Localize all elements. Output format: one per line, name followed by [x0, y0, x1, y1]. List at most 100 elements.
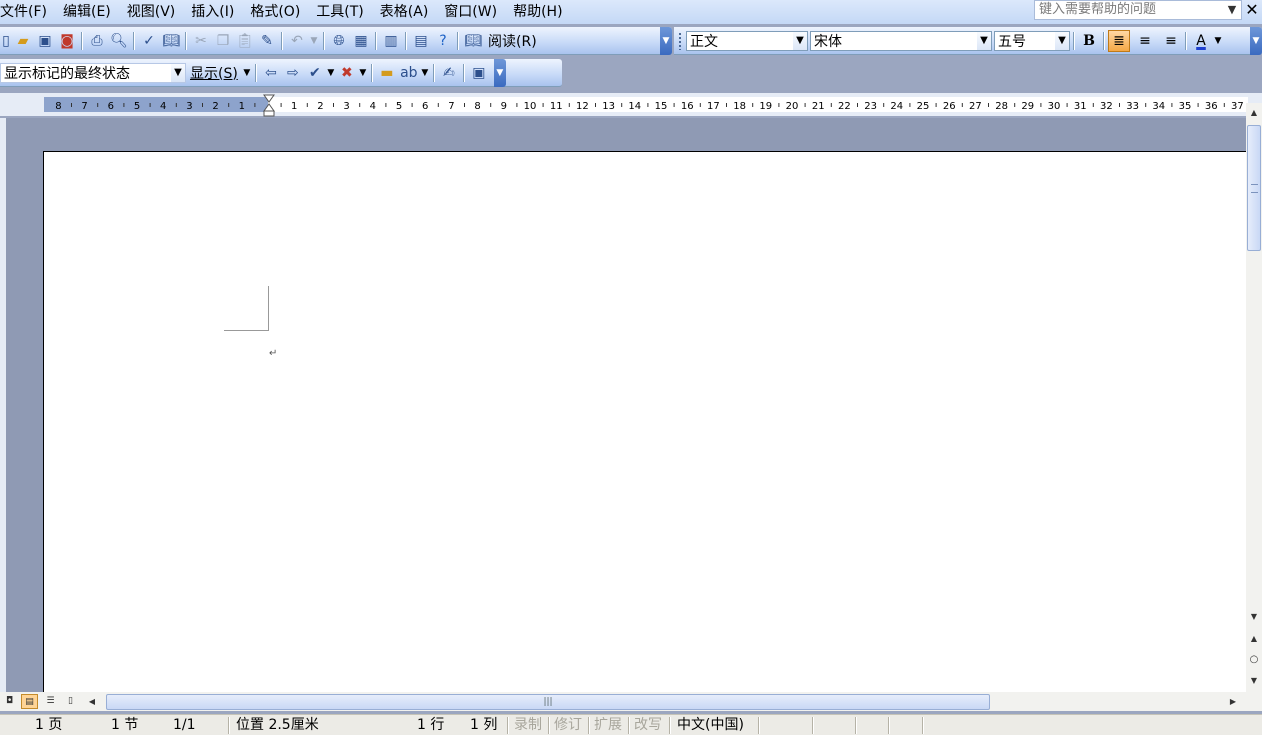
scroll-right-icon[interactable]: ▶	[1226, 694, 1240, 709]
reviewing-pane-icon[interactable]: ▣	[468, 62, 490, 84]
accept-change-icon[interactable]: ✔	[304, 62, 326, 84]
chevron-down-icon[interactable]: ▼	[793, 31, 807, 50]
ruler-number: 14	[628, 101, 641, 112]
highlight-dropdown-icon[interactable]: ▼	[420, 62, 430, 84]
outline-view-icon[interactable]: ☰	[42, 694, 59, 709]
scroll-left-icon[interactable]: ◀	[85, 694, 99, 709]
menu-tools[interactable]: 工具(T)	[308, 1, 371, 23]
menu-file[interactable]: 文件(F)	[0, 1, 55, 23]
font-size-select[interactable]: 五号 ▼	[994, 30, 1070, 51]
insert-comment-icon[interactable]: ▬	[376, 62, 398, 84]
standard-toolbar-options-icon[interactable]: ▼	[660, 26, 672, 55]
reject-dropdown-icon[interactable]: ▼	[358, 62, 368, 84]
next-change-icon[interactable]: ⇨	[282, 62, 304, 84]
scroll-down-icon[interactable]: ▼	[1246, 609, 1262, 625]
document-map-icon[interactable]: ▤	[410, 30, 432, 52]
status-position: 位置 2.5厘米	[236, 717, 319, 733]
status-language: 中文(中国)	[677, 717, 744, 733]
formatting-toolbar-options-icon[interactable]: ▼	[1250, 26, 1262, 55]
toolbar-gripper[interactable]	[678, 31, 682, 50]
format-painter-icon[interactable]: ✎	[256, 30, 278, 52]
print-preview-icon[interactable]: 🔍︎	[108, 30, 130, 52]
undo-dropdown-icon[interactable]: ▼	[308, 30, 320, 52]
status-overtype[interactable]: 改写	[634, 715, 662, 735]
permission-icon[interactable]: ◙	[56, 30, 78, 52]
markup-display-select[interactable]: 显示标记的最终状态 ▼	[0, 62, 186, 83]
chevron-down-icon[interactable]: ▼	[1055, 31, 1069, 50]
toolbar-separator	[185, 31, 187, 50]
ruler-number: 4	[160, 101, 166, 112]
vertical-scrollbar[interactable]: ▲ ▼ ▲ ○ ▼	[1246, 103, 1262, 692]
close-document-icon[interactable]: ✕	[1244, 0, 1260, 22]
menu-table[interactable]: 表格(A)	[372, 1, 437, 23]
align-right-icon[interactable]: ≡	[1160, 30, 1182, 52]
hyperlink-icon[interactable]: 🌐︎	[328, 30, 350, 52]
style-select[interactable]: 正文 ▼	[686, 30, 808, 51]
ruler-number: 30	[1048, 101, 1061, 112]
ruler-number: 5	[396, 101, 402, 112]
indent-marker-icon[interactable]	[262, 93, 276, 117]
menu-bar: 文件(F) 编辑(E) 视图(V) 插入(I) 格式(O) 工具(T) 表格(A…	[0, 0, 1262, 24]
save-icon[interactable]: ▣	[34, 30, 56, 52]
status-record[interactable]: 录制	[514, 715, 542, 735]
status-extend[interactable]: 扩展	[594, 715, 622, 735]
reading-view-icon[interactable]: ▯	[62, 694, 79, 709]
align-center-icon[interactable]: ≡	[1134, 30, 1156, 52]
reject-change-icon[interactable]: ✖	[336, 62, 358, 84]
show-dropdown-icon[interactable]: ▼	[242, 62, 252, 84]
spelling-icon[interactable]: ✓	[138, 30, 160, 52]
research-icon[interactable]: 📖︎	[160, 30, 182, 52]
status-track-changes[interactable]: 修订	[554, 715, 582, 735]
show-menu-button[interactable]: 显示(S)	[186, 63, 242, 83]
print-layout-view-icon[interactable]: ▤	[21, 694, 38, 709]
cut-icon[interactable]: ✂	[190, 30, 212, 52]
ruler-number: 19	[759, 101, 772, 112]
menu-view[interactable]: 视图(V)	[119, 1, 184, 23]
horizontal-ruler[interactable]: 8 7 6 5 4 3 2 1 1 2 3 4 5 6 7 8 9 10 11 12 13 14 15 16 17 18 19 20 2…	[0, 93, 1262, 117]
undo-icon[interactable]: ↶	[286, 30, 308, 52]
track-changes-icon[interactable]: ✍	[438, 62, 460, 84]
chevron-down-icon[interactable]: ▼	[171, 63, 185, 82]
scroll-up-icon[interactable]: ▲	[1246, 105, 1262, 121]
toolbar-separator	[370, 63, 373, 82]
help-dropdown-icon[interactable]: ▼	[1225, 1, 1239, 19]
font-color-button[interactable]: A	[1190, 30, 1212, 52]
menu-window[interactable]: 窗口(W)	[436, 1, 505, 23]
menu-format[interactable]: 格式(O)	[242, 1, 308, 23]
next-page-icon[interactable]: ▼	[1246, 673, 1262, 689]
help-icon[interactable]: ?	[432, 30, 454, 52]
ruler-scale: 8 7 6 5 4 3 2 1 1 2 3 4 5 6 7 8 9 10 11 12 13 14 15 16 17 18 19 20 2…	[55, 101, 1244, 112]
menu-edit[interactable]: 编辑(E)	[55, 1, 119, 23]
document-page[interactable]: ↵	[43, 151, 1246, 692]
normal-view-icon[interactable]: ◘	[1, 694, 18, 709]
menu-insert[interactable]: 插入(I)	[183, 1, 242, 23]
chevron-down-icon[interactable]: ▼	[977, 31, 991, 50]
select-browse-object-icon[interactable]: ○	[1246, 652, 1262, 668]
help-search-input[interactable]: 键入需要帮助的问题 ▼	[1034, 0, 1242, 20]
font-select[interactable]: 宋体 ▼	[810, 30, 992, 51]
font-color-dropdown-icon[interactable]: ▼	[1212, 30, 1224, 52]
menu-help[interactable]: 帮助(H)	[505, 1, 570, 23]
columns-icon[interactable]: ▥	[380, 30, 402, 52]
horizontal-scroll-thumb[interactable]: |||	[106, 694, 990, 710]
paste-icon[interactable]: 📋︎	[234, 30, 256, 52]
ruler-number: 11	[550, 101, 563, 112]
previous-change-icon[interactable]: ⇦	[260, 62, 282, 84]
open-folder-icon[interactable]: ▰	[12, 30, 34, 52]
read-mode-button[interactable]: 阅读(R)	[484, 31, 541, 51]
justify-icon[interactable]: ≣	[1108, 29, 1130, 52]
reviewing-toolbar-options-icon[interactable]: ▼	[493, 58, 506, 87]
copy-icon[interactable]: ❐	[212, 30, 234, 52]
previous-page-icon[interactable]: ▲	[1246, 631, 1262, 647]
ruler-number: 31	[1074, 101, 1087, 112]
accept-dropdown-icon[interactable]: ▼	[326, 62, 336, 84]
vertical-scroll-thumb[interactable]	[1247, 125, 1261, 251]
horizontal-scroll-row: ◘ ▤ ☰ ▯ ◀ ||| ▶	[0, 692, 1262, 711]
ruler-number: 33	[1126, 101, 1139, 112]
insert-table-icon[interactable]: ▦	[350, 30, 372, 52]
read-mode-icon[interactable]: 📖︎	[462, 30, 484, 52]
new-document-icon[interactable]: ▯	[0, 30, 12, 52]
bold-button[interactable]: B	[1078, 30, 1100, 52]
highlight-icon[interactable]: ab	[398, 62, 420, 84]
print-icon[interactable]: ⎙	[86, 30, 108, 52]
